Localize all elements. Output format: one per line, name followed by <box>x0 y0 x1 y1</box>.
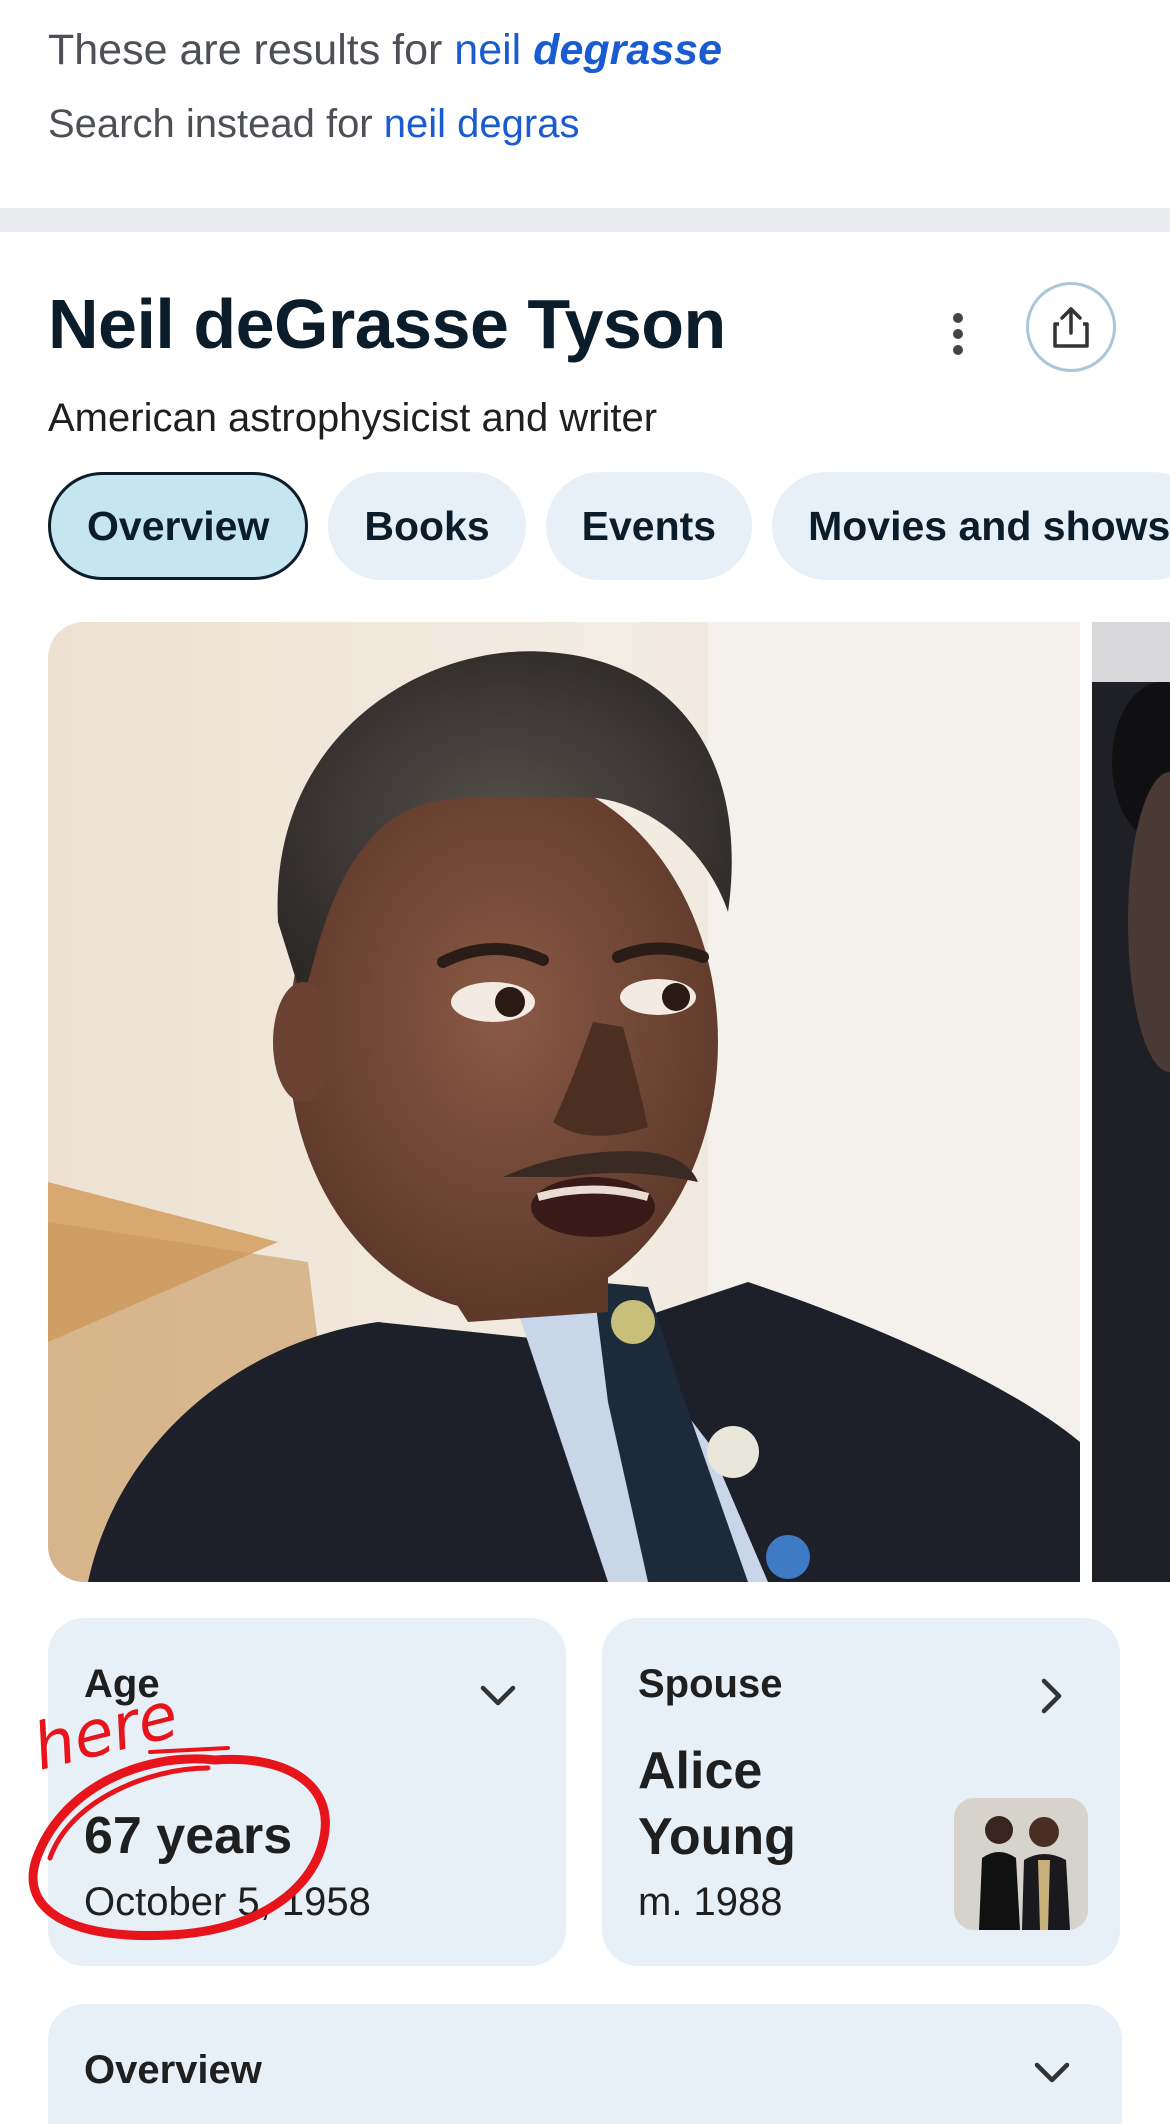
age-label: Age <box>84 1662 160 1706</box>
spouse-name: Alice Young <box>638 1742 796 1866</box>
overview-section-label: Overview <box>84 2048 262 2092</box>
entity-tabs: Overview Books Events Movies and shows <box>48 472 1170 580</box>
more-options-button[interactable] <box>934 302 982 366</box>
marriage-year: m. 1988 <box>638 1880 783 1924</box>
more-vert-icon <box>953 313 963 355</box>
couple-photo-illustration <box>954 1798 1088 1930</box>
section-divider <box>0 208 1170 232</box>
overview-section[interactable]: Overview <box>48 2004 1122 2124</box>
tab-movies-and-shows[interactable]: Movies and shows <box>772 472 1170 580</box>
results-for-link[interactable]: neil degrasse <box>454 26 722 74</box>
entity-description: American astrophysicist and writer <box>48 396 658 440</box>
share-icon <box>1053 307 1089 348</box>
spouse-photo[interactable] <box>954 1798 1088 1930</box>
birth-date: October 5, 1958 <box>84 1880 371 1924</box>
share-button[interactable] <box>1026 282 1116 372</box>
search-instead-line: Search instead for neil degras <box>48 96 722 152</box>
portrait-illustration <box>48 622 1080 1582</box>
results-term-plain: neil <box>454 26 522 74</box>
chevron-down-icon <box>1034 2062 1070 2083</box>
age-expand-button[interactable] <box>478 1676 518 1716</box>
entity-photo[interactable] <box>48 622 1080 1582</box>
age-value: 67 years <box>84 1807 293 1865</box>
results-term-corrected: degrasse <box>533 26 723 74</box>
search-instead-link[interactable]: neil degras <box>384 102 580 146</box>
results-for-prefix: These are results for <box>48 26 443 74</box>
overview-expand-button[interactable] <box>1034 2062 1074 2102</box>
entity-title: Neil deGrasse Tyson <box>48 285 726 363</box>
chevron-right-icon <box>1041 1678 1062 1714</box>
tab-overview[interactable]: Overview <box>48 472 309 580</box>
spouse-open-button[interactable] <box>1032 1676 1072 1716</box>
age-card[interactable]: Age 67 years October 5, 1958 <box>48 1618 566 1966</box>
next-photo-illustration <box>1092 622 1170 1582</box>
tab-events[interactable]: Events <box>545 472 753 580</box>
search-instead-prefix: Search instead for <box>48 102 373 146</box>
chevron-down-icon <box>480 1685 516 1706</box>
results-for-line: These are results for neil degrasse <box>48 22 722 78</box>
spouse-label: Spouse <box>638 1662 783 1706</box>
spelling-correction: These are results for neil degrasse Sear… <box>48 22 722 152</box>
spouse-card[interactable]: Spouse Alice Young m. 1988 <box>602 1618 1120 1966</box>
tab-books[interactable]: Books <box>328 472 526 580</box>
next-photo-preview[interactable] <box>1092 622 1170 1582</box>
